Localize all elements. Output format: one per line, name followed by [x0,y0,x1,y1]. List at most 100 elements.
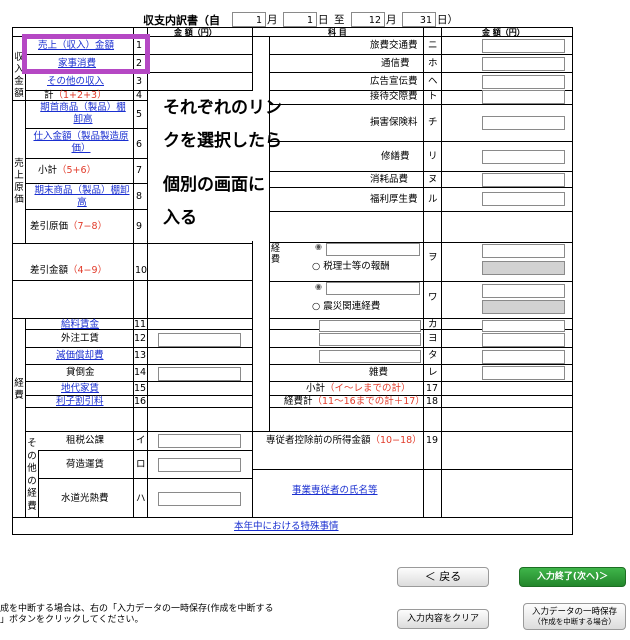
purchase-amount-link[interactable]: 仕入金額（製品製造原価） [30,131,132,155]
misc-label: 雑費 [369,367,389,378]
right-row-ho: ホ [428,58,438,69]
family-employee-list-link[interactable]: 事業専従者の氏名等 [292,486,378,496]
amount-right-column-header: 金 額（円） [482,28,525,37]
cogs-text: 差引原価 [30,221,69,232]
income-total-label: 計（1+2+3） [44,91,107,101]
outsourcing-amount-input[interactable] [158,333,241,347]
pre-deduction-income-label: 専従者控除前の所得金額（10−18） [266,436,422,446]
supplies-amount-input[interactable] [482,173,565,187]
custom-expense-name-2[interactable] [326,282,420,295]
taxes-amount-input[interactable] [158,434,241,448]
misc-amount-input[interactable] [482,366,565,380]
welfare-label: 福利厚生費 [370,194,418,205]
freight-amount-input[interactable] [158,458,241,472]
interest-link[interactable]: 利子割引料 [56,397,104,407]
row-number-15: 15 [134,383,147,394]
closing-inventory-link[interactable]: 期末商品（製品）棚卸高 [34,185,130,209]
radio-custom-2[interactable]: ◉ [315,283,322,291]
cogs-label: 差引原価（7−8） [30,222,107,232]
custom-expense-amount-2[interactable] [482,284,565,298]
callout-line-1: それぞれのリン [163,98,282,118]
row-number-10: 10 [135,265,148,276]
taxes-label: 租税公課 [66,435,105,446]
suspend-note-line-1: 成を中断する場合は、右の「入力データの一時保存(作成を中断する [0,604,274,614]
suspend-note-line-2: 」ボタンをクリックしてください。 [0,615,144,625]
opening-inventory-link[interactable]: 期首商品（製品）棚卸高 [36,102,130,126]
expense-total-label: 経費計（11～16までの計＋17） [284,397,425,407]
keihi-label: 経費 [271,244,281,265]
right-row-19: 19 [426,435,439,446]
pre-deduction-text: 専従者控除前の所得金額 [266,435,371,446]
income-total-text: 計 [44,90,54,101]
cost-subtotal-formula: （5+6） [57,165,97,176]
row-number-6: 6 [136,139,143,150]
ka-amount-input[interactable] [482,320,565,332]
right-row-ka: カ [428,319,438,330]
special-circumstances-link[interactable]: 本年中における特殊事情 [234,522,339,532]
clear-input-button[interactable]: 入力内容をクリア [397,609,489,629]
rent-link[interactable]: 地代家賃 [61,384,99,394]
custom-expense-name-3[interactable] [319,320,421,332]
expense-group-label: 経費 [14,378,24,401]
callout-line-4: 入る [163,208,197,228]
finish-input-button[interactable]: 入力終了(次へ)＞ [519,567,626,587]
disaster-amount-disabled [482,300,565,314]
utilities-amount-input[interactable] [158,492,241,506]
custom-expense-name-1[interactable] [326,243,420,256]
advertising-amount-input[interactable] [482,75,565,89]
cost-subtotal-text: 小計 [38,165,58,176]
right-row-17: 17 [426,383,439,394]
cogs-formula: （7−8） [68,221,108,232]
right-row-yo: ヨ [428,333,438,344]
gross-amount-label: 差引金額（4−9） [30,266,107,276]
insurance-amount-input[interactable] [482,116,565,130]
custom-expense-name-4[interactable] [319,333,421,346]
tax-accountant-amount-disabled [482,261,565,275]
right-row-to: ト [428,91,438,102]
tax-accountant-radio[interactable]: ○ 税理士等の報酬 [312,262,390,272]
radio-custom-1[interactable]: ◉ [315,243,322,251]
pre-deduction-formula: （10−18） [370,435,422,446]
row-number-7: 7 [136,165,143,176]
custom-expense-amount-1[interactable] [482,244,565,258]
row-number-11: 11 [134,319,147,330]
depreciation-link[interactable]: 減価償却費 [56,351,104,361]
right-row-wo: ヲ [428,252,438,263]
ta-amount-input[interactable] [482,350,565,364]
row-number-13: 13 [134,350,147,361]
custom-expense-name-5[interactable] [319,350,421,363]
yo-amount-input[interactable] [482,333,565,347]
cost-subtotal-label: 小計（5+6） [38,166,96,176]
temporary-save-line-2: （作成を中断する場合） [533,617,616,626]
callout-line-2: クを選択したら [163,131,282,151]
other-income-link[interactable]: その他の収入 [47,77,104,87]
right-row-wa: ワ [428,292,438,303]
disaster-radio[interactable]: ○ 震災関連経費 [312,302,380,312]
welfare-amount-input[interactable] [482,192,565,206]
travel-amount-input[interactable] [482,39,565,53]
row-number-ha: ハ [136,493,146,504]
travel-label: 旅費交通費 [370,40,418,51]
right-row-18: 18 [426,396,439,407]
callout-line-3: 個別の画面に [163,175,265,195]
right-row-nu: ヌ [428,174,438,185]
bad-debt-amount-input[interactable] [158,367,241,381]
communication-amount-input[interactable] [482,57,565,71]
row-number-12: 12 [134,333,147,344]
row-number-4: 4 [136,90,143,101]
subject-column-header: 科 目 [328,28,347,37]
utilities-label: 水道光熱費 [61,493,109,504]
advertising-label: 広告宣伝費 [370,76,418,87]
wages-link[interactable]: 給料賃金 [61,320,99,330]
temporary-save-button[interactable]: 入力データの一時保存 （作成を中断する場合） [523,603,626,630]
right-row-he: ヘ [428,76,438,87]
entertainment-amount-input[interactable] [482,90,565,104]
repairs-amount-input[interactable] [482,150,565,164]
row-number-8: 8 [136,191,143,202]
back-button[interactable]: ＜ 戻る [397,567,489,587]
insurance-label: 損害保険料 [370,117,418,128]
outsourcing-label: 外注工賃 [61,333,100,344]
gross-amount-formula: （4−9） [68,265,108,276]
other-expense-group-label: その他の経費 [27,438,37,512]
row-number-3: 3 [136,76,143,87]
